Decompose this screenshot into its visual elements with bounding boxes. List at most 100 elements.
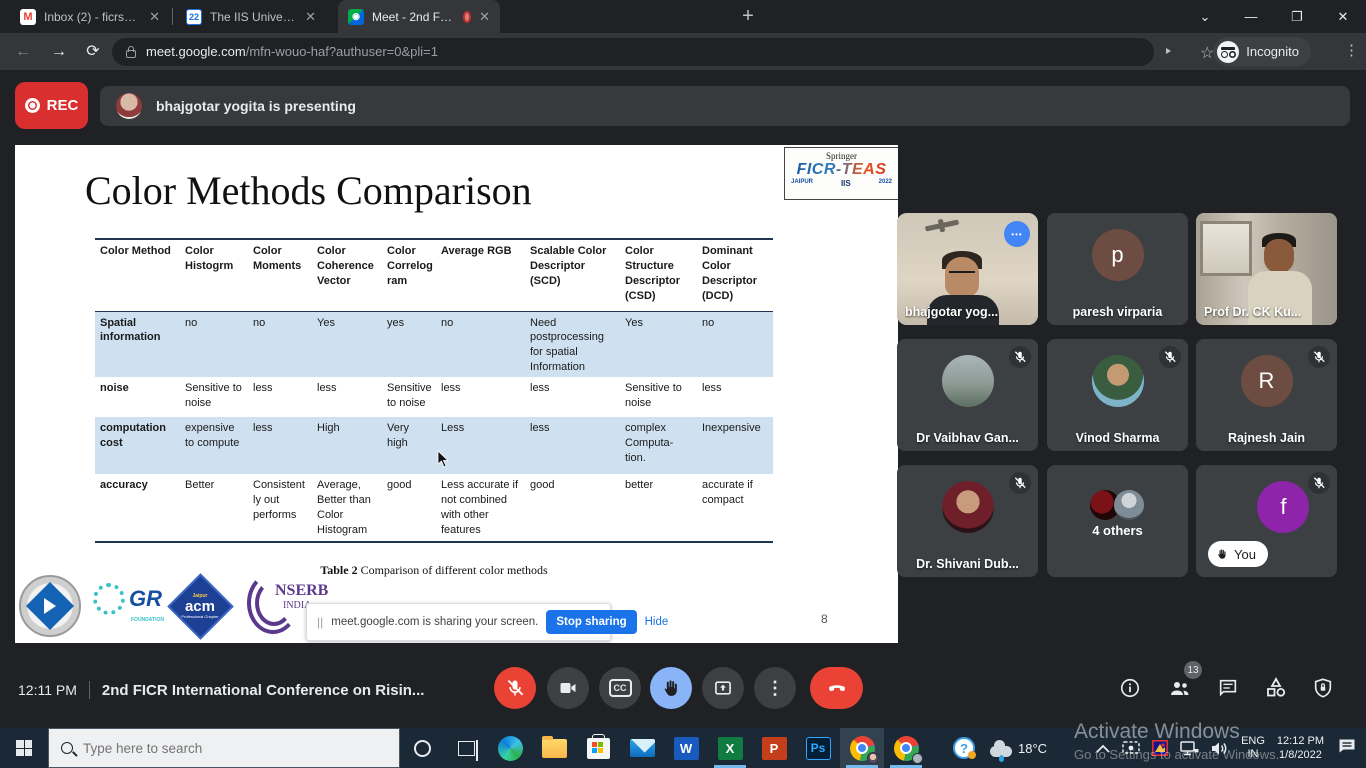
browser-menu-icon[interactable]: ⋮ [1344,41,1359,59]
presented-slide: Color Methods Comparison Springer FICR-T… [15,145,898,643]
activities-button[interactable] [1263,675,1289,701]
chat-button[interactable] [1215,675,1241,701]
window-minimize-button[interactable]: — [1228,0,1274,33]
end-call-button[interactable] [810,667,863,709]
captions-button[interactable]: CC [599,667,641,709]
col-header: Color Moments [248,239,312,311]
raise-hand-button[interactable] [650,667,692,709]
cell: no [248,311,312,377]
present-screen-button[interactable] [702,667,744,709]
url-host: meet.google.com [146,44,246,59]
mic-off-icon [505,678,525,698]
ficr-teas-logo: Springer FICR-TEAS JAIPUR IIS 2022 [784,147,898,200]
meeting-time: 12:11 PM [18,682,77,698]
taskbar-clock[interactable]: 12:12 PM 1/8/2022 [1277,734,1324,762]
participant-avatar: R [1241,355,1293,407]
mic-toggle-button[interactable] [494,667,536,709]
stop-sharing-button[interactable]: Stop sharing [546,610,636,634]
taskbar-search[interactable] [48,728,400,768]
forward-icon[interactable]: → [46,39,72,65]
more-options-button[interactable]: ⋮ [754,667,796,709]
cell: High [312,417,382,474]
taskbar-file-explorer[interactable] [532,728,576,768]
taskbar-help[interactable]: ? [942,728,986,768]
cortana-button[interactable] [400,728,444,768]
action-center-icon [1338,738,1356,754]
close-tab-icon[interactable]: ✕ [149,9,160,25]
tab-meet-active[interactable]: ◉ Meet - 2nd FICR Internationa ✕ [338,0,500,33]
window-close-button[interactable]: ✕ [1320,0,1366,33]
cell: expensive to compute [180,417,248,474]
cell: less [525,377,620,417]
participant-name: paresh virparia [1055,305,1180,319]
taskbar-photoshop[interactable]: Ps [796,728,840,768]
volume-icon[interactable] [1211,741,1229,756]
taskbar-edge[interactable] [488,728,532,768]
taskbar-weather[interactable]: 18°C [986,728,1051,768]
table-row: noise Sensitive to noise less less Sensi… [95,377,773,417]
participant-name: Prof Dr. CK Ku... [1204,305,1329,319]
window-maximize-button[interactable]: ❐ [1274,0,1320,33]
participant-tile-you[interactable]: f You [1196,465,1337,577]
taskbar-chrome-active[interactable] [840,728,884,768]
cell: less [436,377,525,417]
tile-more-options-button[interactable]: ••• [1004,221,1030,247]
start-button[interactable] [0,728,48,768]
meeting-details-button[interactable] [1117,675,1143,701]
participant-tile-shivani[interactable]: Dr. Shivani Dub... [897,465,1038,577]
meet-main-area: REC bhajgotar yogita is presenting Color… [0,70,1366,728]
hide-link[interactable]: Hide [645,616,669,628]
row-label: noise [95,377,180,417]
reload-icon[interactable]: ⟳ [80,39,106,65]
meet-control-bar: Activate Windows Go to Settings to activ… [0,655,1366,728]
taskbar-excel[interactable]: X [708,728,752,768]
chrome-chevron-icon[interactable]: ⌄ [1182,0,1228,33]
tab-gmail[interactable]: M Inbox (2) - ficrs4@iisuniv.ac.in - T ✕ [10,0,170,33]
mic-muted-icon [1308,472,1330,494]
bookmark-star-icon[interactable]: ☆ [1200,43,1214,63]
search-input[interactable] [83,741,363,756]
cell: Need postprocessing for spatial Informat… [525,311,620,377]
host-controls-button[interactable] [1310,675,1336,701]
participant-tile-prof-ck[interactable]: Prof Dr. CK Ku... [1196,213,1337,325]
camera-icon [558,678,578,698]
cell: less [248,417,312,474]
taskbar-word[interactable]: W [664,728,708,768]
participant-tile-rajnesh[interactable]: R Rajnesh Jain [1196,339,1337,451]
edge-icon [498,736,523,761]
show-participants-button[interactable] [1167,675,1193,701]
participant-tile-paresh[interactable]: p paresh virparia [1047,213,1188,325]
tray-expand-icon[interactable] [1096,744,1110,753]
camera-toggle-button[interactable] [547,667,589,709]
taskbar-store[interactable] [576,728,620,768]
new-tab-button[interactable]: + [735,4,761,30]
participant-tile-vaibhav[interactable]: Dr Vaibhav Gan... [897,339,1038,451]
close-tab-icon[interactable]: ✕ [479,9,490,25]
group-avatars [1090,490,1146,520]
participant-tile-bhajgotar[interactable]: ••• bhajgotar yog... [897,213,1038,325]
drag-handle-icon[interactable]: || [317,615,323,629]
close-tab-icon[interactable]: ✕ [305,9,316,25]
action-center-button[interactable] [1338,738,1356,759]
gr-label: GR [129,586,162,612]
temperature-label: 18°C [1018,741,1047,756]
tab-calendar[interactable]: 22 The IIS University - Calendar - We ✕ [176,0,326,33]
mic-muted-icon [1308,346,1330,368]
language-indicator[interactable]: ENG IN [1241,735,1265,761]
media-app-icon[interactable] [1152,740,1168,756]
taskbar-chrome-2[interactable] [884,728,928,768]
excel-icon: X [718,737,743,760]
table-row: accuracy Better Consistent ly out perfor… [95,474,773,542]
participant-tile-vinod[interactable]: Vinod Sharma [1047,339,1188,451]
address-bar[interactable]: meet.google.com/mfn-wouo-haf?authuser=0&… [112,38,1154,66]
back-icon[interactable]: ← [10,39,36,65]
others-count-label: 4 others [1047,523,1188,538]
task-view-button[interactable] [444,728,488,768]
taskbar-mail[interactable] [620,728,664,768]
taskbar-powerpoint[interactable]: P [752,728,796,768]
present-icon [713,678,733,698]
participant-tile-others[interactable]: 4 others [1047,465,1188,577]
network-icon[interactable] [1180,741,1199,756]
cast-icon[interactable] [1122,741,1140,755]
col-header: Color Method [95,239,180,311]
